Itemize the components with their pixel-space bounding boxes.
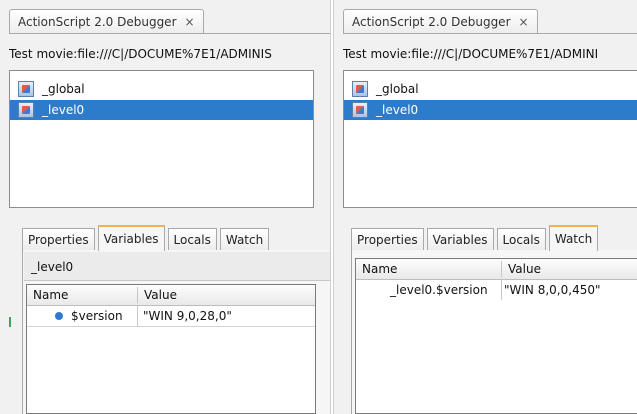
movie-tree-list[interactable]: _global _level0 [343, 70, 637, 208]
scope-label: _level0 [31, 260, 74, 274]
column-value-header[interactable]: Value [138, 285, 308, 305]
variable-row[interactable]: $version "WIN 9,0,28,0" [27, 306, 315, 327]
column-name-header[interactable]: Name [356, 259, 501, 279]
grid-header: Name Value [356, 259, 637, 280]
tab-watch[interactable]: Watch [219, 228, 270, 250]
tree-item-label: _level0 [376, 103, 419, 117]
tab-divider [9, 33, 330, 34]
movie-clip-icon [18, 81, 34, 97]
column-name-header[interactable]: Name [27, 285, 137, 305]
inspector-tabs: Properties Variables Locals Watch [351, 224, 601, 251]
tree-item-level0[interactable]: _level0 [10, 100, 313, 120]
close-icon[interactable]: × [185, 15, 195, 29]
tab-variables[interactable]: Variables [97, 225, 165, 251]
tree-item-label: _global [42, 82, 85, 96]
edge-marker [9, 317, 11, 327]
variables-pane: _level0 Name Value $version "WIN 9,0,28,… [22, 250, 330, 414]
tree-item-global[interactable]: _global [344, 79, 637, 99]
watch-grid[interactable]: Name Value _level0.$version "WIN 8,0,0,4… [355, 258, 637, 414]
tree-item-level0[interactable]: _level0 [344, 100, 637, 120]
movie-clip-icon [352, 81, 368, 97]
inspector-tabs: Properties Variables Locals Watch [22, 224, 272, 251]
movie-tree-list[interactable]: _global _level0 [9, 70, 314, 208]
left-debugger-panel: ActionScript 2.0 Debugger × Test movie:f… [0, 0, 330, 414]
test-movie-path: Test movie:file:///C|/DOCUME%7E1/ADMINIS [9, 47, 272, 61]
watch-pane: Name Value _level0.$version "WIN 8,0,0,4… [351, 250, 637, 414]
test-movie-path: Test movie:file:///C|/DOCUME%7E1/ADMINI [343, 47, 599, 61]
debugger-tab-title: ActionScript 2.0 Debugger [352, 15, 511, 29]
tab-divider [343, 33, 637, 34]
watch-value[interactable]: "WIN 8,0,0,450" [504, 280, 637, 300]
tree-item-global[interactable]: _global [10, 79, 313, 99]
debugger-tab-title: ActionScript 2.0 Debugger [18, 15, 177, 29]
tree-item-label: _global [376, 82, 419, 96]
tab-variables[interactable]: Variables [426, 228, 494, 250]
cell-separator [137, 306, 138, 326]
tab-properties[interactable]: Properties [22, 228, 95, 250]
column-value-header[interactable]: Value [502, 259, 637, 279]
movie-clip-icon [352, 102, 368, 118]
watch-name: _level0.$version [390, 283, 488, 297]
variable-name-cell: $version [55, 306, 137, 326]
variable-dot-icon [55, 312, 63, 320]
movie-clip-icon [18, 102, 34, 118]
watch-row[interactable]: _level0.$version "WIN 8,0,0,450" [356, 280, 637, 300]
tab-locals[interactable]: Locals [167, 228, 217, 250]
variables-grid[interactable]: Name Value $version "WIN 9,0,28,0" [26, 284, 316, 414]
tab-locals[interactable]: Locals [496, 228, 546, 250]
tree-item-label: _level0 [42, 103, 85, 117]
cell-separator [501, 280, 502, 300]
tab-watch[interactable]: Watch [548, 225, 599, 251]
close-icon[interactable]: × [519, 15, 529, 29]
grid-header: Name Value [27, 285, 315, 306]
variable-value[interactable]: "WIN 9,0,28,0" [143, 306, 313, 326]
debugger-tab[interactable]: ActionScript 2.0 Debugger × [9, 9, 204, 34]
variable-name: $version [71, 309, 123, 323]
tab-properties[interactable]: Properties [351, 228, 424, 250]
debugger-tab[interactable]: ActionScript 2.0 Debugger × [343, 9, 538, 34]
right-debugger-panel: ActionScript 2.0 Debugger × Test movie:f… [334, 0, 637, 414]
